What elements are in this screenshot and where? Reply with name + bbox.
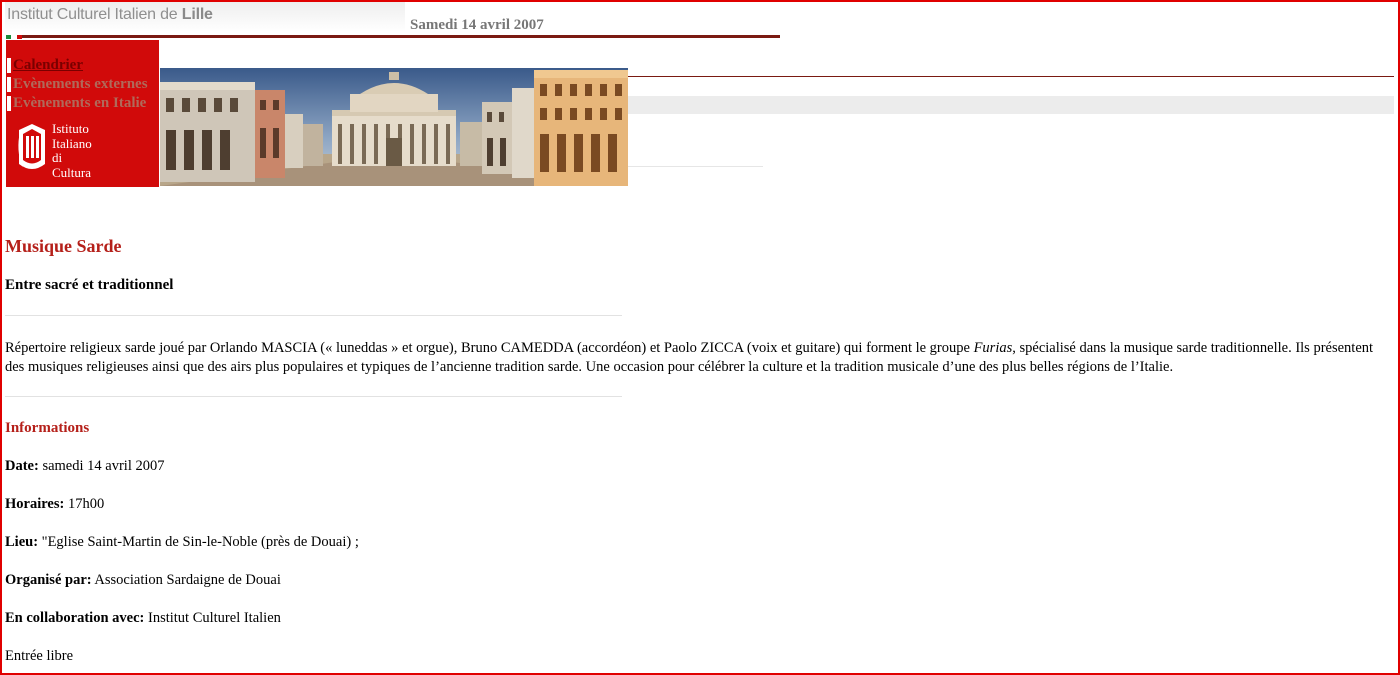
info-label: Organisé par: xyxy=(5,572,92,588)
site-title: Institut Culturel Italien de Lille xyxy=(7,6,213,24)
info-value: Association Sardaigne de Douai xyxy=(91,572,281,588)
info-value: samedi 14 avril 2007 xyxy=(38,458,165,474)
banner-rule xyxy=(628,76,1394,77)
info-heading: Informations xyxy=(5,420,90,436)
event-subtitle: Entre sacré et traditionnel xyxy=(5,277,174,293)
event-title: Musique Sarde xyxy=(5,236,122,256)
header-rule xyxy=(22,35,780,38)
info-label: Horaires: xyxy=(5,496,65,512)
banner-band xyxy=(628,96,1394,114)
info-label: Lieu: xyxy=(5,534,39,550)
institute-logo-icon xyxy=(18,124,45,169)
banner-thin-rule xyxy=(628,166,763,167)
logo-line: Cultura xyxy=(52,164,91,180)
info-value: 17h00 xyxy=(64,496,105,512)
logo-line: di xyxy=(52,150,63,165)
info-row-collaboration: En collaboration avec: Institut Culturel… xyxy=(5,610,281,627)
info-row-horaires: Horaires: 17h00 xyxy=(5,496,104,513)
nav-evenements-externes[interactable]: Evènements externes xyxy=(6,75,159,94)
logo-line: Italiano xyxy=(52,135,92,151)
site-title-city: Lille xyxy=(181,6,213,23)
header-date: Samedi 14 avril 2007 xyxy=(410,17,544,33)
content-divider xyxy=(5,315,622,316)
nav-evenements-italie[interactable]: Evènements en Italie xyxy=(6,94,159,113)
content-divider xyxy=(5,396,622,397)
nav-calendrier[interactable]: Calendrier xyxy=(6,56,159,75)
logo-line: Istituto xyxy=(52,121,89,136)
logo-text: Istituto Italiano di Cultura xyxy=(52,121,92,180)
sidebar: Calendrier Evènements externes Evènement… xyxy=(6,40,159,187)
event-description: Répertoire religieux sarde joué par Orla… xyxy=(5,339,1375,377)
description-text: Répertoire religieux sarde joué par Orla… xyxy=(5,340,974,356)
info-row-date: Date: samedi 14 avril 2007 xyxy=(5,458,164,475)
info-value: "Eglise Saint-Martin de Sin-le-Noble (pr… xyxy=(38,534,359,550)
site-title-prefix: Institut Culturel Italien de xyxy=(7,6,182,23)
ideal-city-banner-image xyxy=(160,68,628,186)
entry-note: Entrée libre xyxy=(5,648,74,664)
group-name: Furias xyxy=(973,340,1013,356)
italian-flag-icon xyxy=(6,35,22,39)
info-value: Institut Culturel Italien xyxy=(144,610,281,626)
info-row-organise: Organisé par: Association Sardaigne de D… xyxy=(5,572,281,589)
info-label: Date: xyxy=(5,458,39,474)
info-row-lieu: Lieu: "Eglise Saint-Martin de Sin-le-Nob… xyxy=(5,534,359,551)
sidebar-nav: Calendrier Evènements externes Evènement… xyxy=(6,56,159,113)
info-label: En collaboration avec: xyxy=(5,610,145,626)
